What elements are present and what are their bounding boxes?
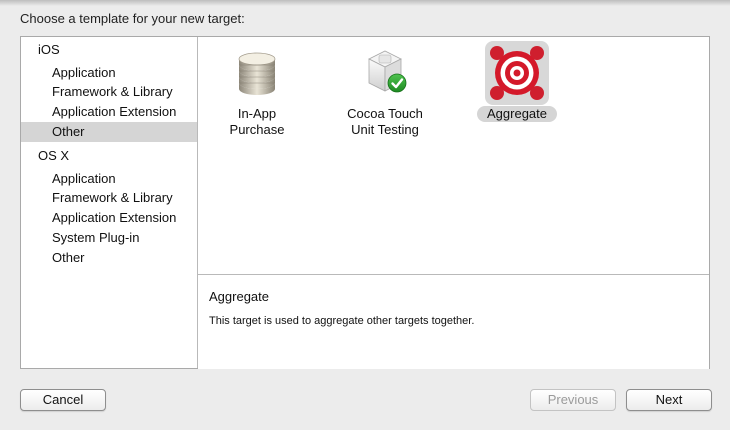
cancel-button[interactable]: Cancel: [20, 389, 106, 411]
template-label-line2: Purchase: [229, 122, 285, 137]
sidebar-group-osx[interactable]: OS X: [38, 147, 69, 165]
template-label-line2: Unit Testing: [351, 122, 419, 137]
sidebar-item-osx-application[interactable]: Application: [21, 169, 197, 189]
aggregate-target-icon: [485, 41, 549, 105]
template-aggregate[interactable]: Aggregate: [461, 41, 573, 122]
platform-sidebar: iOS Application Framework & Library Appl…: [21, 37, 198, 368]
sidebar-item-osx-other[interactable]: Other: [21, 248, 197, 268]
window-top-shadow: [0, 0, 730, 6]
template-label: In-App Purchase: [230, 106, 285, 138]
sidebar-item-ios-application[interactable]: Application: [21, 63, 197, 83]
template-label-line1: In-App: [237, 106, 277, 121]
detail-title: Aggregate: [209, 289, 269, 304]
sidebar-item-ios-framework-library[interactable]: Framework & Library: [21, 82, 197, 102]
sidebar-item-osx-framework-library[interactable]: Framework & Library: [21, 188, 197, 208]
template-detail-pane: Aggregate This target is used to aggrega…: [198, 274, 709, 369]
coin-stack-icon: [225, 41, 289, 105]
template-in-app-purchase[interactable]: In-App Purchase: [201, 41, 313, 138]
sidebar-group-ios[interactable]: iOS: [38, 41, 60, 59]
dialog-prompt: Choose a template for your new target:: [20, 11, 245, 26]
template-cocoa-touch-unit-testing[interactable]: Cocoa Touch Unit Testing: [329, 41, 441, 138]
detail-description: This target is used to aggregate other t…: [209, 315, 475, 327]
template-chooser: iOS Application Framework & Library Appl…: [20, 36, 710, 369]
template-gallery: In-App Purchase Cocoa Touch Unit Testing…: [198, 37, 709, 274]
template-label-aggregate: Aggregate: [477, 106, 557, 122]
sidebar-item-osx-application-extension[interactable]: Application Extension: [21, 208, 197, 228]
sidebar-item-osx-system-plugin[interactable]: System Plug-in: [21, 228, 197, 248]
sidebar-item-ios-other[interactable]: Other: [21, 122, 197, 142]
next-button[interactable]: Next: [626, 389, 712, 411]
test-bundle-icon: [353, 41, 417, 105]
template-label-line1: Cocoa Touch: [347, 106, 423, 121]
sidebar-item-ios-application-extension[interactable]: Application Extension: [21, 102, 197, 122]
previous-button[interactable]: Previous: [530, 389, 616, 411]
template-label: Cocoa Touch Unit Testing: [347, 106, 423, 138]
